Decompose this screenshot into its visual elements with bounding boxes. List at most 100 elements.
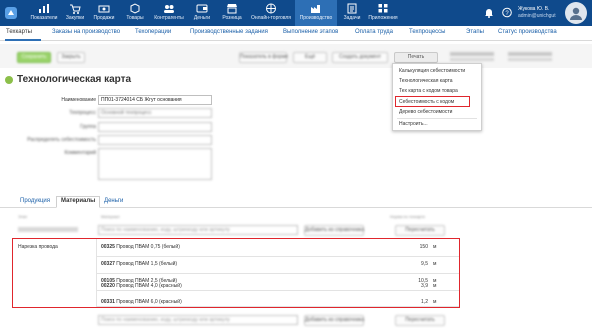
status-block	[450, 58, 494, 61]
nav-item-production[interactable]: Производство	[295, 0, 337, 26]
print-button-label: Печать	[407, 54, 425, 60]
nav-item-money[interactable]: Деньги	[190, 0, 214, 26]
techprocess-label: Техпроцесс	[69, 110, 96, 116]
table-header: Этап Материал Норма по техкарте	[0, 212, 592, 222]
menu-item-techcard[interactable]: Технологическая карта	[399, 78, 453, 84]
section-tabs: Техкарты Заказы на производство Техопера…	[0, 26, 592, 41]
material-add-row: Поиск по наименованию, коду, штрихкоду и…	[0, 313, 592, 328]
nav-item-purchases[interactable]: Закупки	[62, 0, 88, 26]
tab-techoperations[interactable]: Техоперации	[135, 29, 171, 35]
nav-item-goods[interactable]: Товары	[122, 0, 148, 26]
nav-label: Онлайн-торговля	[250, 15, 292, 21]
nav-label: Деньги	[193, 15, 211, 21]
cart-icon	[70, 4, 81, 14]
material-search-input[interactable]: Поиск по наименованию, коду, штрихкоду и…	[98, 315, 298, 325]
content-subtabs: Продукция Материалы Деньги	[0, 196, 592, 208]
nav-label: Товары	[126, 15, 144, 21]
status-block	[450, 52, 494, 56]
recalculate-button[interactable]: Пересчитать	[395, 315, 445, 326]
group-label: Группа	[80, 124, 96, 130]
subtab-money[interactable]: Деньги	[104, 198, 123, 204]
status-block	[508, 58, 552, 61]
cost-distribution-select[interactable]	[98, 135, 212, 145]
app-logo-icon	[5, 7, 17, 19]
top-navigation: Показатели Закупки Продажи Товары Контра…	[0, 0, 592, 26]
highlight-frame	[395, 96, 470, 107]
nav-item-sales[interactable]: Продажи	[90, 0, 118, 26]
menu-divider	[397, 118, 477, 119]
tab-techprocesses[interactable]: Техпроцессы	[409, 29, 445, 35]
nav-item-tasks[interactable]: Задачи	[340, 0, 364, 26]
material-add-row: Поиск по наименованию, коду, штрихкоду и…	[0, 224, 592, 237]
subtab-materials[interactable]: Материалы	[56, 196, 101, 208]
add-from-catalog-button[interactable]: Добавить из справочника	[304, 315, 364, 326]
active-tab-indicator	[5, 39, 41, 41]
menu-item-techcard-with-code[interactable]: Тех карта с кодом товара	[399, 88, 458, 94]
subtab-products[interactable]: Продукция	[20, 198, 50, 204]
menu-item-configure[interactable]: Настроить...	[399, 121, 428, 127]
create-document-button[interactable]: Создать документ	[332, 52, 388, 63]
tab-production-status[interactable]: Статус производства	[498, 29, 557, 35]
tab-labor-payment[interactable]: Оплата труда	[355, 29, 393, 35]
bell-icon[interactable]	[484, 7, 494, 18]
more-button[interactable]: Ещё	[293, 52, 327, 63]
group-select[interactable]	[98, 122, 212, 132]
app-window: Показатели Закупки Продажи Товары Контра…	[0, 0, 592, 328]
tab-production-tasks[interactable]: Производственные задания	[190, 29, 268, 35]
stage-placeholder	[18, 227, 78, 232]
status-block	[508, 52, 552, 56]
name-field[interactable]: ПП01-3724014 СБ Жгут основания	[98, 95, 212, 105]
nav-label: Продажи	[93, 15, 115, 21]
people-icon	[164, 5, 174, 13]
col-material: Материал	[101, 214, 120, 219]
cost-distribution-label: Распределять себестоимость	[27, 137, 96, 143]
help-icon[interactable]: ?	[502, 7, 512, 18]
nav-item-online[interactable]: Онлайн-торговля	[249, 0, 293, 26]
show-in-form-button[interactable]: Показатель в форме	[239, 52, 288, 63]
nav-label: Производство	[299, 15, 333, 21]
nav-label: Контрагенты	[154, 15, 184, 21]
material-search-input[interactable]: Поиск по наименованию, коду, штрихкоду и…	[98, 225, 298, 235]
chart-icon	[39, 4, 49, 13]
menu-item-cost-tree[interactable]: Дерево себестоимости	[399, 109, 452, 115]
nav-label: Показатели	[30, 15, 58, 21]
col-qty: Норма по техкарте	[390, 214, 426, 219]
box-icon	[130, 3, 140, 14]
save-button[interactable]: Сохранить	[17, 52, 51, 63]
col-stage: Этап	[18, 214, 28, 219]
comment-field[interactable]	[98, 148, 212, 180]
close-button[interactable]: Закрыть	[57, 52, 85, 63]
nav-item-counterparties[interactable]: Контрагенты	[150, 0, 188, 26]
nav-item-indicators[interactable]: Показатели	[29, 0, 59, 26]
nav-label: Розница	[222, 15, 242, 21]
nav-label: Задачи	[343, 15, 361, 21]
add-from-catalog-button[interactable]: Добавить из справочника	[304, 225, 364, 236]
help-circle-icon[interactable]	[5, 76, 13, 84]
tab-techcards[interactable]: Техкарты	[6, 29, 32, 35]
print-button[interactable]: Печать	[394, 52, 438, 63]
user-icon	[570, 7, 582, 20]
nav-label: Закупки	[65, 15, 85, 21]
factory-icon	[311, 5, 320, 13]
tab-production-orders[interactable]: Заказы на производство	[52, 29, 120, 35]
recalculate-button[interactable]: Пересчитать	[395, 225, 445, 236]
tasks-icon	[347, 3, 357, 14]
nav-item-apps[interactable]: Приложения	[366, 0, 400, 26]
tab-stage-execution[interactable]: Выполнение этапов	[283, 29, 338, 35]
globe-icon	[266, 3, 276, 14]
tab-stages[interactable]: Этапы	[466, 29, 484, 35]
cash-icon	[98, 5, 110, 13]
store-icon	[227, 4, 237, 14]
avatar[interactable]	[565, 2, 587, 24]
menu-item-cost-calculation[interactable]: Калькуляция себестоимости	[399, 68, 465, 74]
comment-label: Комментарий	[64, 150, 97, 156]
page-title: Технологическая карта	[17, 74, 132, 85]
nav-label: Приложения	[368, 15, 398, 21]
toolbar: Сохранить Закрыть Показатель в форме Ещё…	[0, 44, 592, 68]
apps-icon	[378, 4, 388, 13]
name-label: Наименование	[61, 97, 96, 103]
money-icon	[196, 4, 208, 13]
techprocess-select[interactable]: Основной техпроцесс	[98, 108, 212, 118]
nav-item-retail[interactable]: Розница	[218, 0, 246, 26]
highlight-frame	[12, 238, 460, 308]
